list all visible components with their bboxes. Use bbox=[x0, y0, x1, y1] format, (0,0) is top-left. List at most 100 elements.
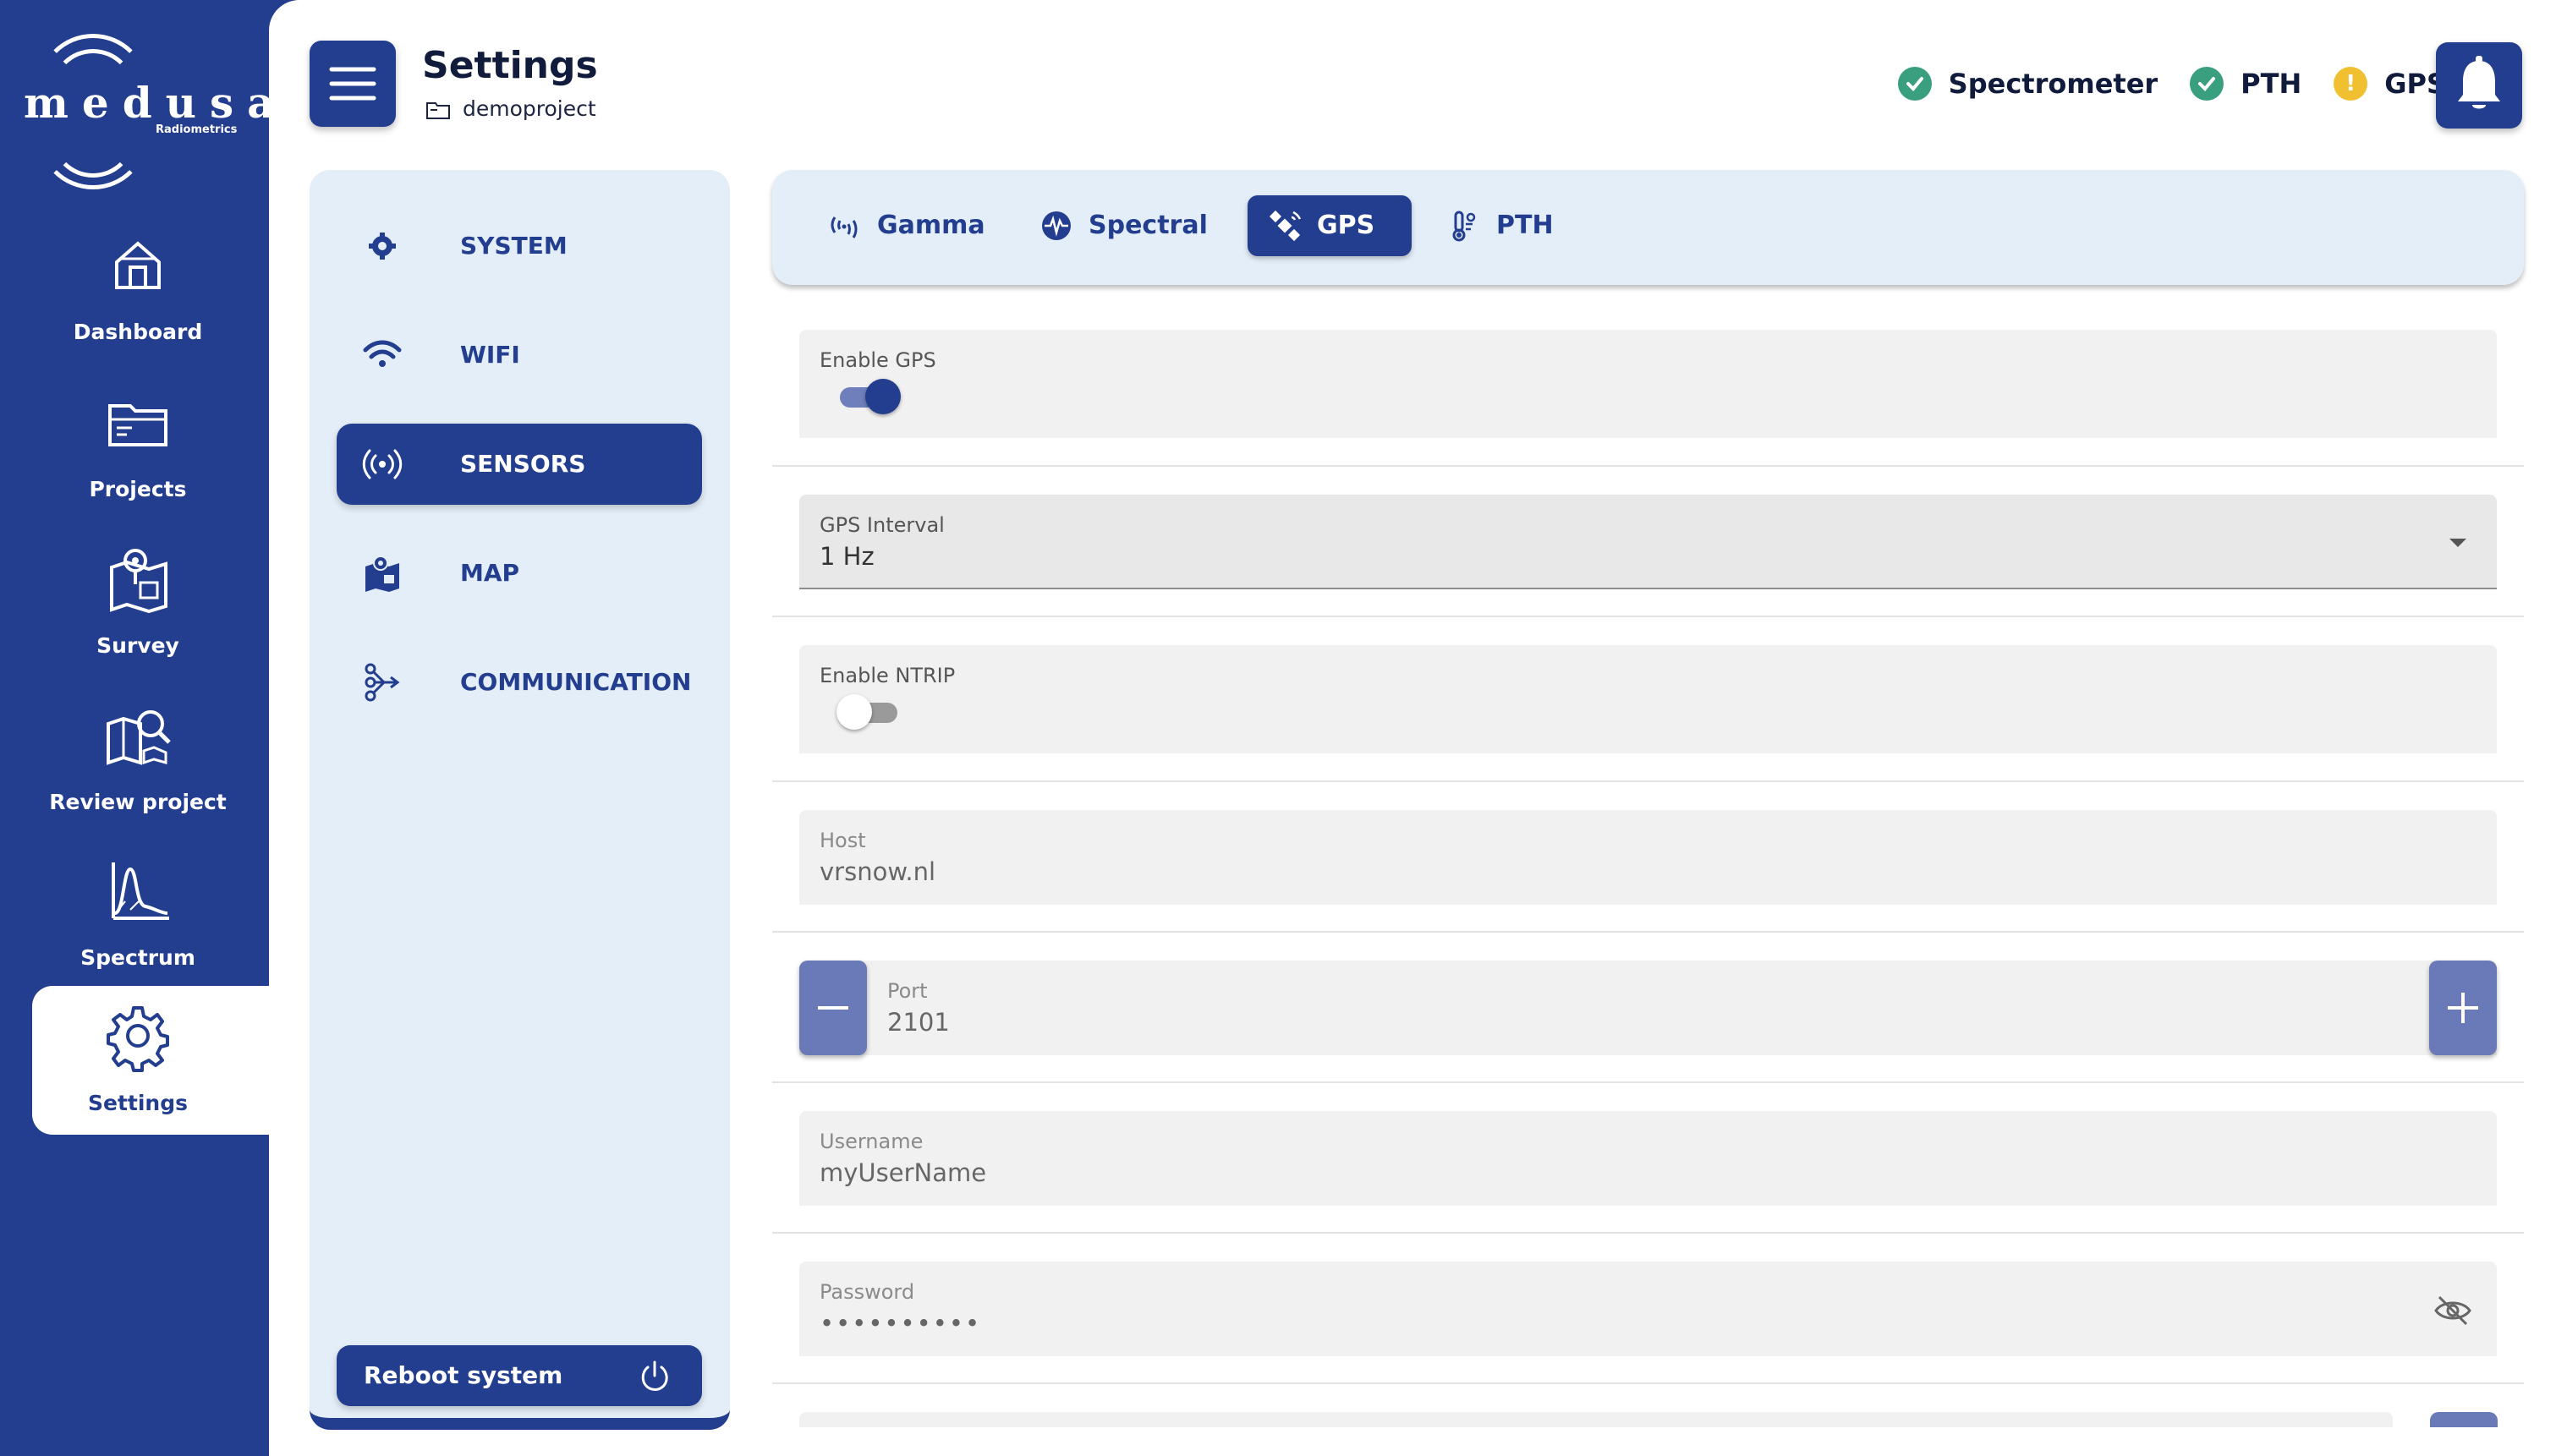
share-network-icon bbox=[365, 663, 400, 702]
password-field[interactable]: Password •••••••••• bbox=[799, 1262, 2497, 1356]
field-value: vrsnow.nl bbox=[820, 857, 936, 886]
field-label: Password bbox=[820, 1280, 915, 1304]
status-pth: PTH bbox=[2190, 67, 2301, 101]
menu-button[interactable] bbox=[310, 41, 396, 127]
divider bbox=[772, 1081, 2524, 1083]
medusa-logo: medusa Radiometrics bbox=[17, 34, 275, 189]
radiation-wave-icon bbox=[831, 216, 858, 238]
nav-item-review-project[interactable]: Review project bbox=[32, 685, 269, 834]
category-label: COMMUNICATION bbox=[460, 668, 692, 696]
nav-item-spectrum[interactable]: Spectrum bbox=[32, 840, 269, 989]
nav-rail: medusa Radiometrics Dashboard Projects S… bbox=[0, 0, 275, 1456]
check-circle-icon bbox=[2190, 67, 2224, 101]
next-stepper-button[interactable] bbox=[2430, 1412, 2498, 1427]
bell-icon bbox=[2458, 56, 2500, 109]
check-circle-icon bbox=[1897, 67, 1932, 101]
status-label: Spectrometer bbox=[1948, 68, 2158, 100]
enable-ntrip-field: Enable NTRIP bbox=[799, 645, 2497, 753]
tab-label: Gamma bbox=[877, 211, 985, 240]
nav-label-survey: Survey bbox=[96, 633, 179, 658]
gps-settings-form: Enable GPS GPS Interval 1 Hz Enable NTRI… bbox=[772, 311, 2524, 1427]
nav-item-survey[interactable]: Survey bbox=[32, 528, 269, 677]
reboot-label: Reboot system bbox=[364, 1361, 563, 1389]
host-field[interactable]: Host vrsnow.nl bbox=[799, 810, 2497, 905]
minus-icon bbox=[818, 1006, 848, 1010]
decrement-button[interactable] bbox=[799, 961, 867, 1055]
hamburger-icon bbox=[329, 67, 376, 101]
divider bbox=[772, 616, 2524, 617]
username-field[interactable]: Username myUserName bbox=[799, 1111, 2497, 1206]
category-label: WIFI bbox=[460, 341, 520, 369]
divider bbox=[772, 780, 2524, 782]
gear-icon bbox=[107, 1006, 169, 1072]
field-label: Enable GPS bbox=[820, 348, 936, 372]
tab-gps[interactable]: GPS bbox=[1248, 195, 1412, 256]
sensor-tabs: Gamma Spectral GPS PTH bbox=[772, 170, 2524, 285]
field-value: myUserName bbox=[820, 1158, 987, 1187]
category-label: SENSORS bbox=[460, 450, 586, 478]
category-label: SYSTEM bbox=[460, 232, 568, 260]
notifications-button[interactable] bbox=[2436, 42, 2522, 129]
folder-icon bbox=[426, 102, 450, 119]
divider bbox=[772, 1232, 2524, 1234]
home-icon bbox=[115, 241, 161, 289]
brand-name: medusa bbox=[24, 78, 288, 128]
project-name: demoproject bbox=[463, 96, 596, 121]
map-icon bbox=[365, 556, 399, 592]
field-label: GPS Interval bbox=[820, 513, 945, 537]
sensor-status-bar: Spectrometer PTH ! GPS bbox=[1866, 64, 2446, 103]
field-label: Username bbox=[820, 1130, 924, 1153]
nav-label-review-project: Review project bbox=[49, 790, 227, 814]
port-stepper: Port 2101 bbox=[799, 961, 2497, 1055]
satellite-icon bbox=[1269, 210, 1302, 242]
survey-map-icon bbox=[110, 549, 167, 614]
nav-label-dashboard: Dashboard bbox=[73, 320, 203, 344]
field-label: Host bbox=[820, 829, 866, 852]
caret-down-icon bbox=[2449, 539, 2466, 547]
enable-ntrip-toggle[interactable] bbox=[836, 694, 897, 730]
warning-circle-icon: ! bbox=[2334, 67, 2368, 101]
category-label: MAP bbox=[460, 559, 520, 587]
plus-icon bbox=[2448, 993, 2478, 1023]
folder-icon bbox=[108, 404, 167, 446]
divider bbox=[772, 931, 2524, 933]
field-value: 1 Hz bbox=[820, 542, 875, 571]
page-title: Settings bbox=[422, 44, 598, 87]
tab-label: PTH bbox=[1496, 211, 1554, 240]
field-value: •••••••••• bbox=[820, 1309, 982, 1338]
nav-item-settings[interactable]: Settings bbox=[32, 986, 269, 1135]
map-search-icon bbox=[107, 710, 171, 765]
category-sensors[interactable]: SENSORS bbox=[337, 424, 702, 505]
tab-pth[interactable]: PTH bbox=[1427, 195, 1588, 256]
gps-interval-select[interactable]: GPS Interval 1 Hz bbox=[799, 495, 2497, 589]
category-system[interactable]: SYSTEM bbox=[337, 205, 702, 287]
sensor-broadcast-icon bbox=[362, 449, 403, 479]
category-communication[interactable]: COMMUNICATION bbox=[337, 642, 702, 723]
tab-gamma[interactable]: Gamma bbox=[808, 195, 1019, 256]
settings-category-panel: SYSTEM WIFI SENSORS MAP COMMUNICATION Re… bbox=[310, 170, 730, 1430]
port-input[interactable]: 2101 bbox=[887, 1008, 950, 1037]
thermometer-icon bbox=[1452, 211, 1476, 242]
brand-sub: Radiometrics bbox=[156, 123, 238, 136]
reboot-system-button[interactable]: Reboot system bbox=[337, 1345, 702, 1406]
nav-item-projects[interactable]: Projects bbox=[32, 372, 269, 521]
nav-label-projects: Projects bbox=[89, 477, 187, 501]
increment-button[interactable] bbox=[2429, 961, 2497, 1055]
status-label: PTH bbox=[2241, 68, 2302, 100]
category-wifi[interactable]: WIFI bbox=[337, 315, 702, 396]
field-label: Port bbox=[887, 979, 928, 1003]
category-map[interactable]: MAP bbox=[337, 533, 702, 614]
status-spectrometer: Spectrometer bbox=[1897, 67, 2158, 101]
enable-gps-toggle[interactable] bbox=[840, 379, 901, 414]
tab-spectral[interactable]: Spectral bbox=[1019, 195, 1248, 256]
enable-gps-field: Enable GPS bbox=[799, 330, 2497, 438]
divider bbox=[772, 465, 2524, 467]
nav-label-spectrum: Spectrum bbox=[80, 945, 195, 970]
eye-off-icon[interactable] bbox=[2433, 1292, 2473, 1329]
main-content: Settings demoproject Spectrometer PTH ! … bbox=[269, 0, 2556, 1456]
tab-label: GPS bbox=[1317, 211, 1375, 240]
gear-icon bbox=[369, 233, 396, 260]
nav-item-dashboard[interactable]: Dashboard bbox=[32, 215, 269, 364]
spectrum-chart-icon bbox=[112, 862, 169, 920]
divider bbox=[772, 1382, 2524, 1384]
